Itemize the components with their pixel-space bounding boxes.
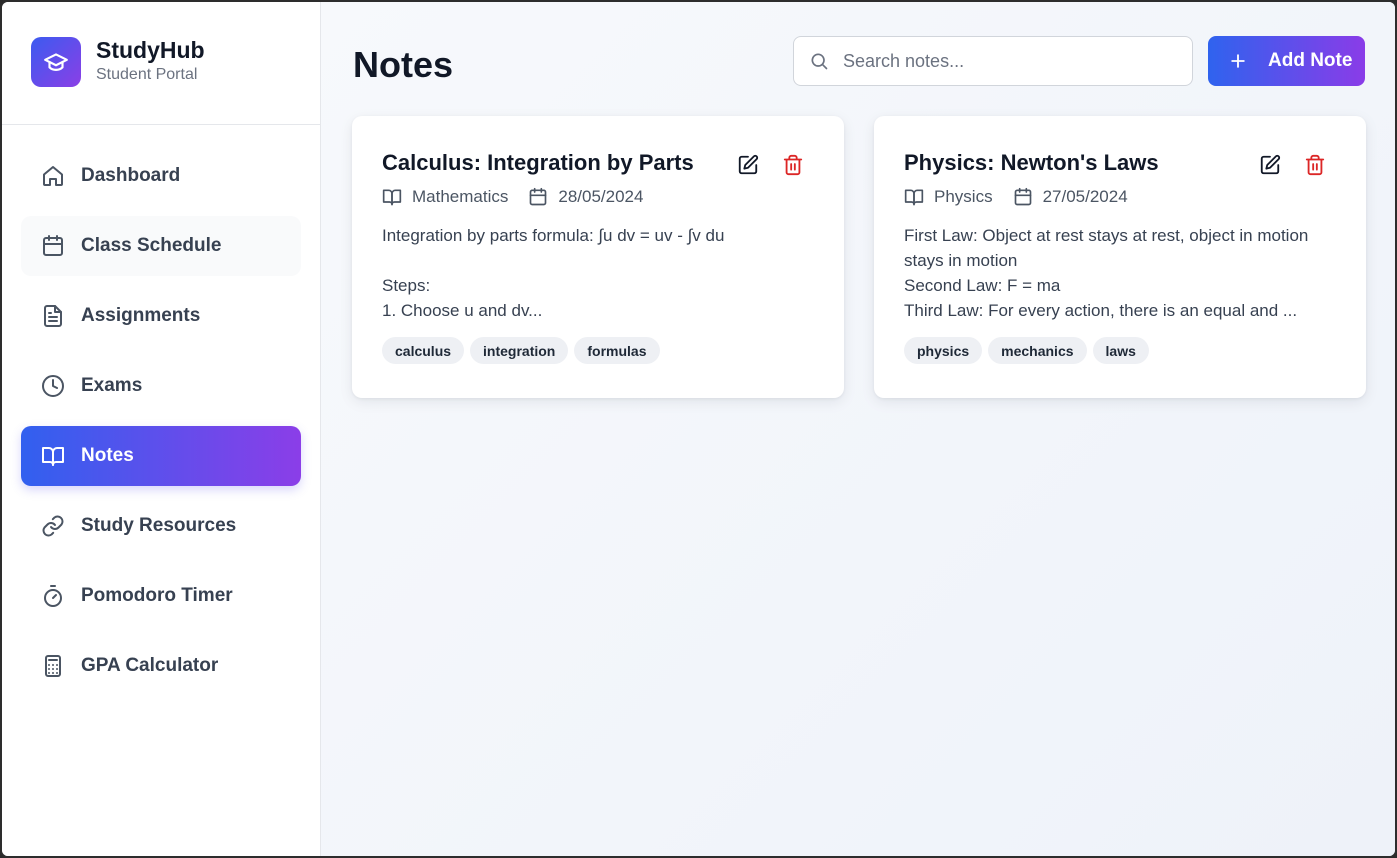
edit-icon[interactable]: [1259, 154, 1283, 178]
add-note-button[interactable]: Add Note: [1208, 36, 1365, 86]
book-open-icon: [382, 189, 402, 206]
calendar-icon: [41, 234, 65, 258]
sidebar-item-notes[interactable]: Notes: [21, 426, 301, 486]
main-content: Notes Add Note Calculus: Integration by …: [321, 2, 1395, 856]
calculator-icon: [41, 654, 65, 678]
sidebar-item-label: Class Schedule: [81, 235, 222, 256]
sidebar-item-label: Study Resources: [81, 515, 237, 536]
timer-icon: [41, 584, 65, 608]
note-actions: [1259, 154, 1328, 178]
book-open-icon: [904, 189, 924, 206]
tag[interactable]: mechanics: [988, 337, 1087, 364]
note-date: 27/05/2024: [1042, 187, 1128, 206]
plus-icon: [1228, 51, 1248, 71]
sidebar-item-class-schedule[interactable]: Class Schedule: [21, 216, 301, 276]
sidebar-item-gpa-calculator[interactable]: GPA Calculator: [21, 636, 301, 696]
search-box[interactable]: [793, 36, 1193, 86]
sidebar-item-assignments[interactable]: Assignments: [21, 286, 301, 346]
home-icon: [41, 164, 65, 188]
note-actions: [737, 154, 806, 178]
sidebar-item-label: Notes: [81, 445, 134, 466]
sidebar-item-dashboard[interactable]: Dashboard: [21, 146, 301, 206]
sidebar-item-study-resources[interactable]: Study Resources: [21, 496, 301, 556]
note-subject: Mathematics: [412, 187, 509, 206]
note-content: Integration by parts formula: ∫u dv = uv…: [382, 226, 725, 320]
brand-title: StudyHub: [96, 37, 205, 63]
note-content: First Law: Object at rest stays at rest,…: [904, 226, 1309, 320]
document-icon: [41, 304, 65, 328]
sidebar-item-label: Assignments: [81, 305, 201, 326]
sidebar-item-pomodoro-timer[interactable]: Pomodoro Timer: [21, 566, 301, 626]
sidebar-item-label: GPA Calculator: [81, 655, 219, 676]
page-title: Notes: [353, 44, 454, 85]
note-subject: Physics: [934, 187, 993, 206]
trash-icon[interactable]: [782, 154, 806, 178]
link-icon: [41, 514, 65, 538]
calendar-icon: [530, 187, 547, 206]
brand-subtitle: Student Portal: [96, 66, 198, 83]
tag[interactable]: laws: [1092, 337, 1149, 364]
note-meta: Physics 27/05/2024: [904, 187, 1336, 207]
note-card[interactable]: Calculus: Integration by Parts Mathemati…: [352, 116, 844, 398]
tag[interactable]: calculus: [382, 337, 465, 364]
book-open-icon: [41, 444, 65, 468]
sidebar: StudyHub Student Portal Dashboard Class …: [2, 2, 321, 856]
add-note-label: Add Note: [1268, 50, 1353, 71]
tag[interactable]: formulas: [574, 337, 660, 364]
sidebar-item-exams[interactable]: Exams: [21, 356, 301, 416]
note-tags: physics mechanics laws: [904, 337, 1336, 364]
app-window: StudyHub Student Portal Dashboard Class …: [0, 0, 1397, 858]
search-icon: [809, 51, 829, 71]
search-input[interactable]: [843, 50, 1173, 72]
tag[interactable]: physics: [904, 337, 983, 364]
tag[interactable]: integration: [470, 337, 569, 364]
note-date: 28/05/2024: [558, 187, 644, 206]
calendar-icon: [1014, 187, 1031, 206]
notes-grid: Calculus: Integration by Parts Mathemati…: [352, 116, 1366, 398]
edit-icon[interactable]: [737, 154, 761, 178]
note-tags: calculus integration formulas: [382, 337, 814, 364]
trash-icon[interactable]: [1304, 154, 1328, 178]
sidebar-item-label: Pomodoro Timer: [81, 585, 233, 606]
page-header: Notes Add Note: [352, 2, 1366, 116]
note-meta: Mathematics 28/05/2024: [382, 187, 814, 207]
note-card[interactable]: Physics: Newton's Laws Physics 27/05/202…: [874, 116, 1366, 398]
sidebar-item-label: Dashboard: [81, 165, 181, 186]
sidebar-item-label: Exams: [81, 375, 143, 396]
sidebar-nav: Dashboard Class Schedule Assignments Exa…: [2, 125, 320, 696]
clock-icon: [41, 374, 65, 398]
graduation-cap-icon: [31, 37, 81, 87]
brand: StudyHub Student Portal: [2, 2, 320, 125]
